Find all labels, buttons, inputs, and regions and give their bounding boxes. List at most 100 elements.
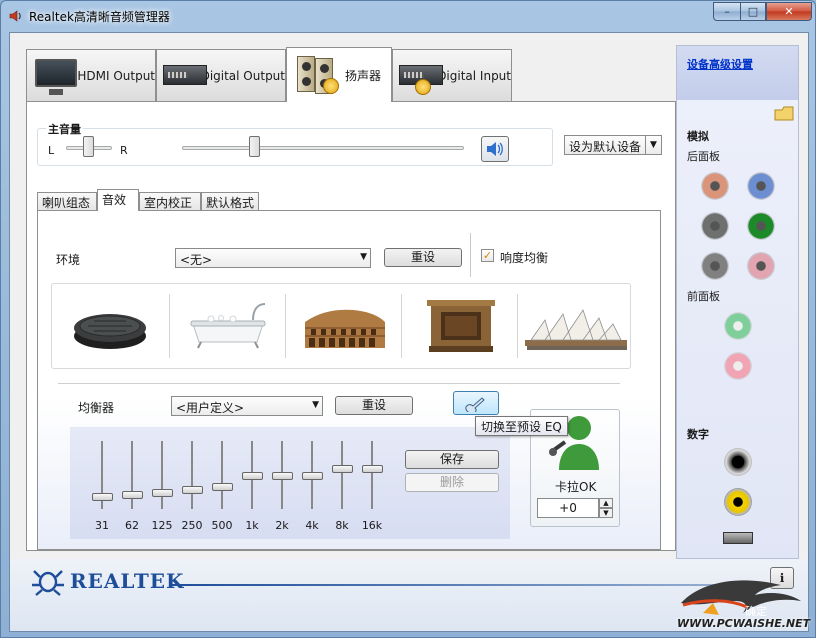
tab-label: Digital Output	[200, 68, 285, 83]
window-title: Realtek高清晰音频管理器	[29, 10, 170, 24]
digital-label: 数字	[687, 428, 709, 441]
eq-slider[interactable]: 8k	[330, 441, 354, 537]
coaxial-jack[interactable]	[724, 488, 752, 516]
switch-preset-eq-button[interactable]	[453, 391, 499, 415]
eq-slider[interactable]: 2k	[270, 441, 294, 537]
eq-slider[interactable]: 1k	[240, 441, 264, 537]
tab-hdmi-output[interactable]: HDMI Output	[26, 49, 156, 101]
realtek-crab-logo	[32, 570, 64, 596]
loudness-checkbox[interactable]: ✓	[481, 249, 494, 262]
eq-slider-thumb[interactable]	[302, 472, 323, 481]
eq-slider[interactable]: 62	[120, 441, 144, 537]
rear-audio-jack[interactable]	[747, 212, 775, 240]
default-device-label: 设为默认设备	[569, 140, 642, 154]
mute-button[interactable]	[481, 136, 509, 162]
equalizer-select[interactable]: <用户定义> ▼	[171, 396, 323, 416]
eq-slider[interactable]: 4k	[300, 441, 324, 537]
maximize-button[interactable]: □	[740, 2, 766, 21]
digital-input-device-icon	[399, 57, 443, 95]
eq-band-label: 31	[95, 519, 109, 532]
tab-speakers[interactable]: 扬声器	[286, 47, 392, 102]
equalizer-reset-button[interactable]: 重设	[335, 396, 413, 415]
chevron-down-icon: ▼	[360, 252, 367, 262]
karaoke-value-field[interactable]: +0	[537, 498, 599, 518]
speakers-icon	[293, 56, 339, 94]
eq-slider-thumb[interactable]	[152, 488, 173, 497]
optical-jack[interactable]	[724, 448, 752, 476]
bathroom-image[interactable]	[171, 288, 285, 364]
stone-room-image[interactable]	[403, 288, 517, 364]
balance-slider[interactable]	[83, 136, 94, 157]
digital-output-device-icon	[163, 57, 207, 95]
eq-band-label: 500	[211, 519, 233, 532]
tab-room-correction[interactable]: 室内校正	[139, 192, 201, 211]
tab-digital-output[interactable]: Digital Output	[156, 49, 286, 101]
divider	[58, 383, 620, 384]
environment-label: 环境	[56, 253, 81, 267]
switch-preset-eq-tooltip: 切换至预设 EQ	[475, 416, 568, 436]
close-button[interactable]: ✕	[766, 2, 812, 21]
watermark-site: WWW.PCWAISHE.NET	[677, 617, 811, 630]
equalizer-label: 均衡器	[78, 401, 115, 415]
rear-panel-label: 后面板	[687, 150, 720, 163]
speaker-icon	[487, 142, 503, 156]
opera-house-image[interactable]	[519, 288, 633, 364]
environment-select-value: <无>	[180, 253, 213, 267]
rear-audio-jack[interactable]	[701, 172, 729, 200]
environment-reset-button[interactable]: 重设	[384, 248, 462, 267]
rear-audio-jack[interactable]	[747, 252, 775, 280]
volume-slider[interactable]	[249, 136, 261, 157]
rear-audio-jack[interactable]	[701, 212, 729, 240]
rear-audio-jack[interactable]	[701, 252, 729, 280]
connector-panel-header: 设备高级设置	[677, 46, 798, 100]
eq-slider-thumb[interactable]	[182, 486, 203, 495]
eq-slider-thumb[interactable]	[212, 482, 233, 491]
guitar-icon	[465, 397, 485, 414]
eq-slider-thumb[interactable]	[122, 491, 143, 500]
colosseum-image[interactable]	[287, 288, 401, 364]
eq-save-button[interactable]: 保存	[405, 450, 499, 469]
front-audio-jack[interactable]	[724, 312, 752, 340]
loudness-label: 响度均衡	[500, 251, 549, 265]
balance-right-label: R	[120, 144, 128, 157]
eq-slider-thumb[interactable]	[242, 472, 263, 481]
eq-slider-thumb[interactable]	[272, 472, 293, 481]
karaoke-down-button[interactable]: ▼	[599, 508, 613, 518]
eq-slider[interactable]: 125	[150, 441, 174, 537]
master-volume-group: 主音量 L R	[37, 121, 553, 166]
eq-slider-thumb[interactable]	[92, 493, 113, 502]
front-panel-label: 前面板	[687, 290, 720, 303]
equalizer-select-value: <用户定义>	[176, 401, 245, 415]
tab-sound-effects[interactable]: 音效	[97, 189, 139, 211]
speakers-panel: 主音量 L R 设为默认设备 ▼ 喇叭组态 音效 室内校正 默认格式 环境 <无…	[26, 101, 676, 551]
eq-slider-thumb[interactable]	[362, 464, 383, 473]
connector-panel: 设备高级设置 模拟 后面板 前面板 数字	[676, 45, 799, 559]
eq-slider[interactable]: 250	[180, 441, 204, 537]
volume-track	[182, 146, 464, 150]
hdmi-port[interactable]	[723, 532, 753, 544]
karaoke-label: 卡拉OK	[555, 480, 597, 494]
eq-slider[interactable]: 31	[90, 441, 114, 537]
rear-audio-jack[interactable]	[747, 172, 775, 200]
tab-label: HDMI Output	[77, 68, 155, 83]
window-frame: Realtek高清晰音频管理器 – □ ✕ HDMI Output Digita…	[0, 0, 816, 638]
balance-left-label: L	[48, 144, 55, 157]
tab-speaker-config[interactable]: 喇叭组态	[37, 192, 97, 211]
minimize-button[interactable]: –	[713, 2, 740, 21]
eq-delete-button[interactable]: 删除	[405, 473, 499, 492]
analog-label: 模拟	[687, 130, 709, 143]
folder-icon[interactable]	[773, 104, 795, 122]
eq-band-label: 2k	[275, 519, 289, 532]
eq-slider-thumb[interactable]	[332, 464, 353, 473]
default-device-select[interactable]: 设为默认设备 ▼	[564, 135, 662, 155]
advanced-settings-link[interactable]: 设备高级设置	[687, 56, 753, 72]
eq-slider[interactable]: 16k	[360, 441, 384, 537]
karaoke-up-button[interactable]: ▲	[599, 498, 613, 508]
monitor-icon	[33, 57, 77, 95]
tab-default-format[interactable]: 默认格式	[201, 192, 259, 211]
environment-select[interactable]: <无> ▼	[175, 248, 371, 268]
eq-slider[interactable]: 500	[210, 441, 234, 537]
tab-digital-input[interactable]: Digital Input	[392, 49, 512, 101]
front-audio-jack[interactable]	[724, 352, 752, 380]
sewer-pipe-image[interactable]	[54, 288, 168, 364]
